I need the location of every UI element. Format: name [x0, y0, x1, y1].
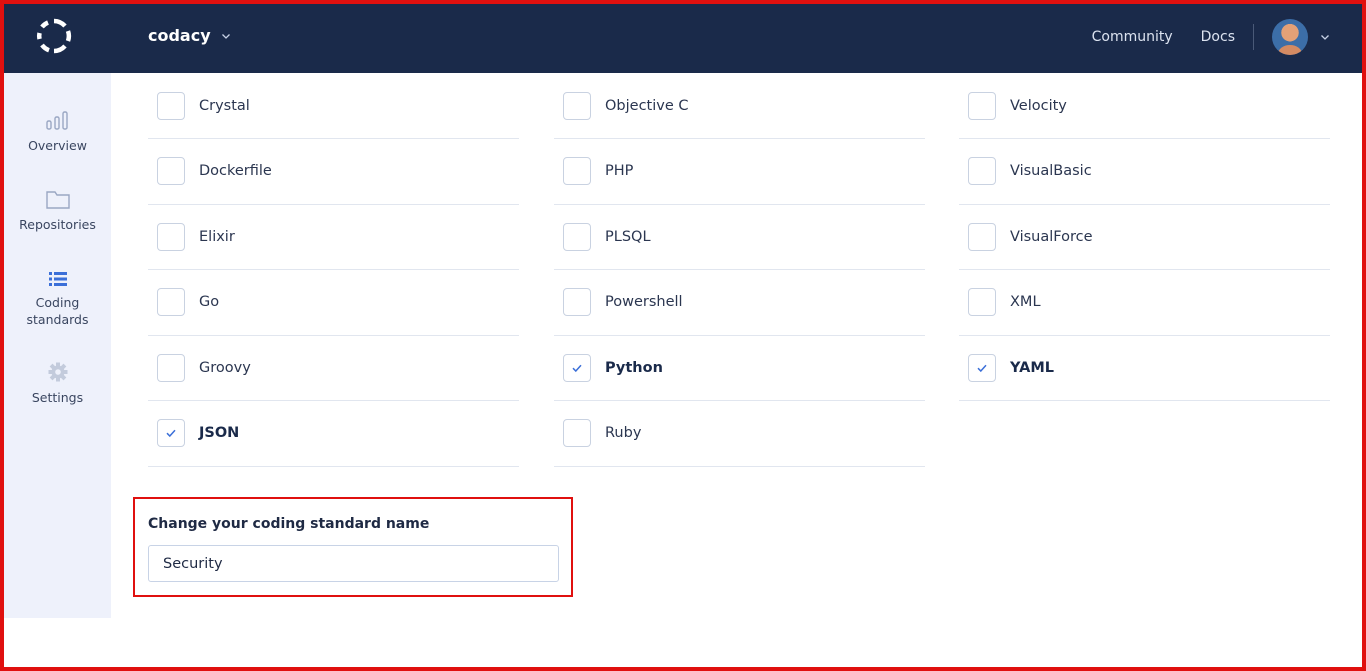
checkbox-checked[interactable]: [157, 419, 185, 447]
user-avatar[interactable]: [1272, 19, 1308, 55]
language-option[interactable]: Groovy: [148, 335, 519, 401]
top-bar: codacy Community Docs: [0, 0, 1366, 73]
language-option[interactable]: VisualBasic: [959, 139, 1330, 205]
checkbox[interactable]: [157, 91, 185, 120]
checkbox[interactable]: [563, 419, 591, 447]
language-option[interactable]: YAML: [959, 335, 1330, 401]
sidebar: Overview Repositories Coding standards S…: [4, 73, 111, 618]
language-name: Dockerfile: [199, 163, 272, 179]
org-name: codacy: [148, 26, 211, 45]
nav-divider: [1253, 24, 1254, 50]
language-option[interactable]: Elixir: [148, 204, 519, 270]
language-name: XML: [1010, 294, 1041, 310]
language-name: Go: [199, 294, 220, 310]
folder-icon: [45, 191, 70, 209]
checkbox[interactable]: [157, 157, 185, 185]
chevron-down-icon: [221, 33, 230, 39]
language-name: PLSQL: [605, 228, 651, 245]
language-option[interactable]: PHP: [554, 139, 925, 205]
language-option[interactable]: Python: [554, 335, 925, 401]
sidebar-item-label: Repositories: [19, 217, 96, 232]
docs-link[interactable]: Docs: [1201, 29, 1235, 45]
top-nav: Community Docs: [1092, 17, 1330, 57]
checkbox[interactable]: [157, 353, 185, 382]
language-name: Elixir: [199, 228, 235, 245]
bar-chart-icon: [45, 111, 68, 130]
codacy-logo-icon[interactable]: [36, 18, 72, 54]
language-name: PHP: [605, 163, 634, 179]
language-name: Python: [605, 359, 663, 376]
language-name: Objective C: [605, 97, 689, 114]
checkbox[interactable]: [157, 288, 185, 316]
language-option[interactable]: Objective C: [554, 73, 925, 139]
sidebar-item-settings[interactable]: Settings: [4, 361, 111, 406]
sidebar-item-overview[interactable]: Overview: [4, 111, 111, 154]
language-name: Crystal: [199, 97, 250, 114]
sidebar-item-label: Coding standards: [26, 295, 89, 327]
checkbox-checked[interactable]: [563, 353, 591, 382]
language-option[interactable]: Powershell: [554, 270, 925, 336]
checkbox[interactable]: [563, 288, 591, 316]
checkmark-icon: [166, 429, 176, 438]
language-option[interactable]: Crystal: [148, 73, 519, 139]
checkmark-icon: [572, 364, 582, 372]
checkbox[interactable]: [563, 222, 591, 251]
language-name: YAML: [1010, 359, 1055, 376]
language-option[interactable]: Velocity: [959, 73, 1330, 139]
sidebar-item-label: Settings: [31, 390, 84, 405]
list-icon: [48, 272, 67, 286]
language-name: VisualForce: [1010, 228, 1093, 245]
checkbox[interactable]: [968, 157, 996, 185]
gear-icon: [48, 362, 67, 382]
section-title: Change your coding standard name: [148, 516, 430, 532]
language-name: Ruby: [605, 425, 642, 441]
checkbox[interactable]: [563, 91, 591, 120]
checkbox[interactable]: [968, 91, 996, 120]
checkbox[interactable]: [968, 288, 996, 316]
sidebar-item-repositories[interactable]: Repositories: [4, 188, 111, 233]
chevron-down-icon[interactable]: [1320, 32, 1330, 42]
language-option[interactable]: JSON: [148, 401, 519, 467]
coding-standard-name-input[interactable]: [148, 545, 559, 582]
org-switcher[interactable]: codacy: [148, 26, 231, 45]
language-option[interactable]: XML: [959, 270, 1330, 336]
language-name: VisualBasic: [1010, 163, 1092, 179]
sidebar-item-coding-standards[interactable]: Coding standards: [4, 270, 111, 328]
language-name: Velocity: [1010, 97, 1067, 114]
language-name: Powershell: [605, 294, 683, 310]
language-name: JSON: [199, 425, 240, 441]
language-option[interactable]: Ruby: [554, 401, 925, 467]
language-name: Groovy: [199, 359, 251, 376]
language-option[interactable]: PLSQL: [554, 204, 925, 270]
checkbox[interactable]: [563, 157, 591, 185]
language-option[interactable]: Go: [148, 270, 519, 336]
language-option[interactable]: VisualForce: [959, 204, 1330, 270]
checkmark-icon: [977, 364, 987, 372]
coding-standard-name-section: Change your coding standard name: [133, 497, 573, 597]
sidebar-item-label: Overview: [28, 138, 87, 153]
checkbox-checked[interactable]: [968, 353, 996, 382]
language-option[interactable]: Dockerfile: [148, 139, 519, 205]
community-link[interactable]: Community: [1092, 29, 1173, 45]
checkbox[interactable]: [157, 222, 185, 251]
checkbox[interactable]: [968, 222, 996, 251]
